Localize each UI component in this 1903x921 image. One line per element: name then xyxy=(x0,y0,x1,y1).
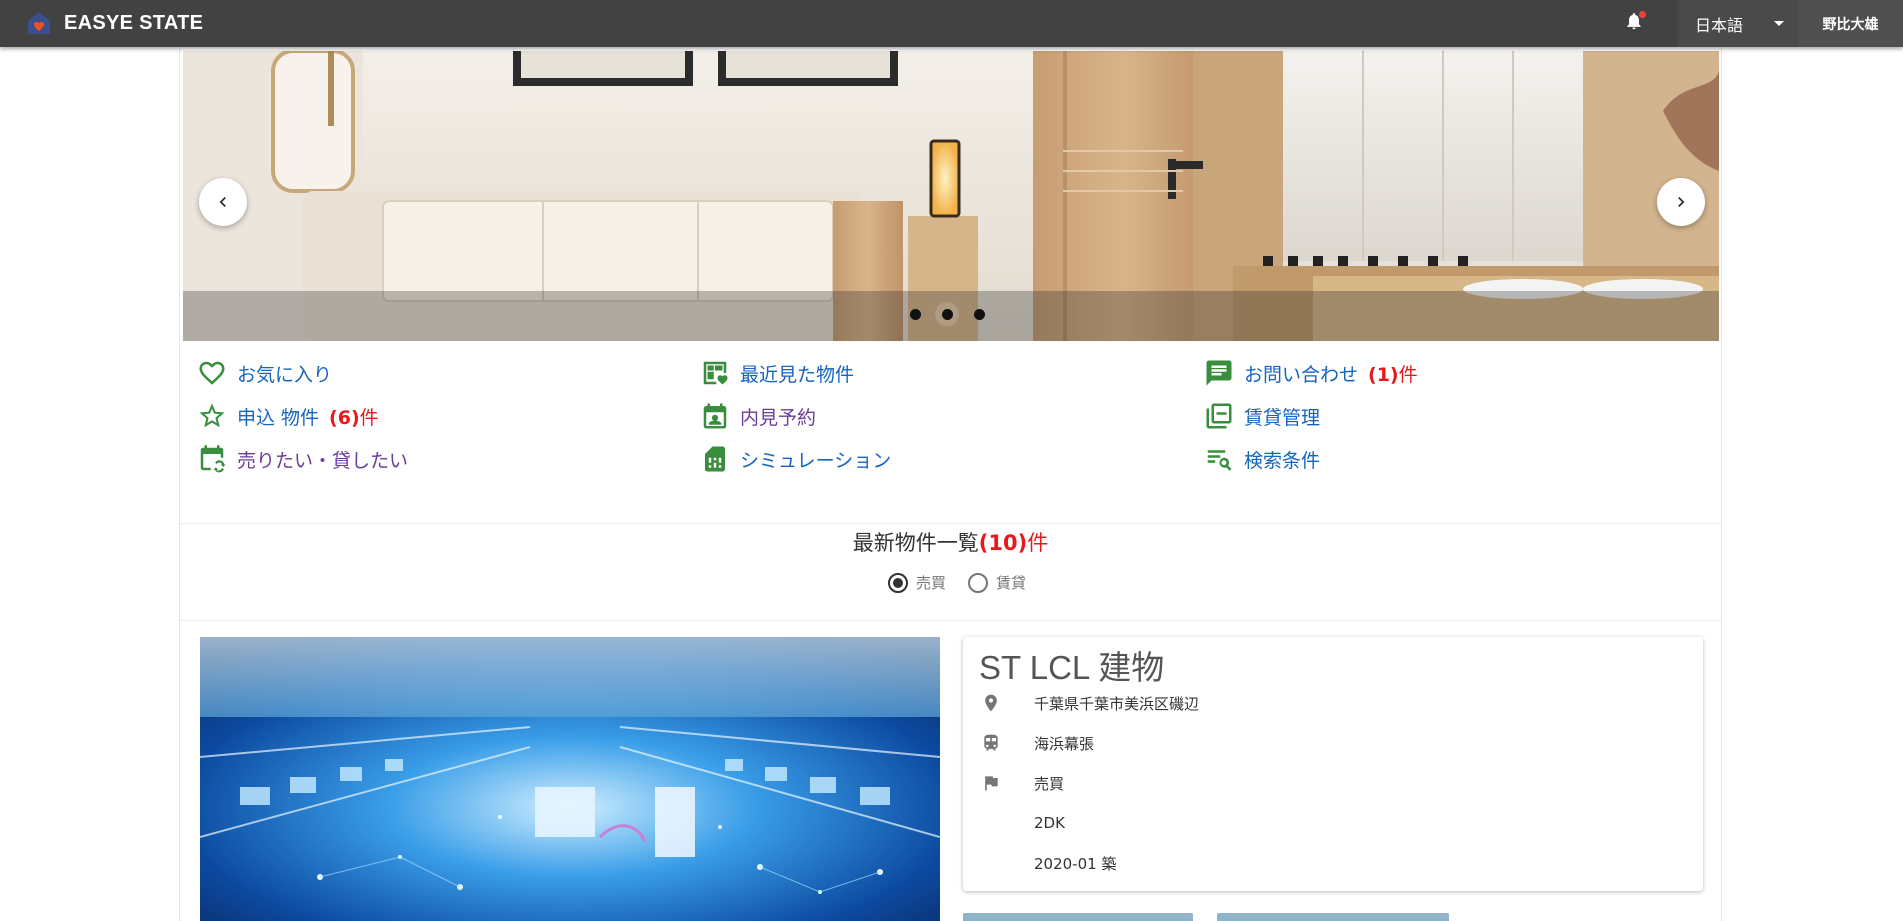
property-built-row: 2020-01 築 xyxy=(979,851,1116,875)
chevron-right-icon xyxy=(1678,197,1685,207)
dropdown-caret-icon xyxy=(1774,21,1784,26)
star-outline-icon xyxy=(199,403,225,428)
brand[interactable]: EASYE STATE xyxy=(26,10,203,36)
menu-inquiry-count: (1) xyxy=(1368,363,1399,386)
menu-viewing-label: 内見予約 xyxy=(740,406,817,429)
property-layout: 2DK xyxy=(1034,814,1065,832)
menu-sell-label: 売りたい・貸したい xyxy=(237,449,409,472)
menu-inquiry[interactable]: お問い合わせ (1)件 xyxy=(1204,358,1418,388)
calendar-sync-icon xyxy=(200,445,226,473)
top-app-bar: EASYE STATE 日本語 野比大雄 xyxy=(0,0,1903,47)
property-card[interactable]: ST LCL 建物 千葉県千葉市美浜区磯辺 海浜幕張 売買 2DK 2020-0… xyxy=(963,637,1703,891)
notification-dot xyxy=(1639,11,1646,18)
carousel-prev-button[interactable] xyxy=(199,178,247,226)
property-thumbnail[interactable] xyxy=(1217,913,1449,921)
menu-viewing[interactable]: 内見予約 xyxy=(700,401,816,431)
property-image[interactable] xyxy=(200,637,940,921)
location-pin-icon xyxy=(985,694,997,712)
recently-viewed-icon xyxy=(703,361,728,386)
menu-recent[interactable]: 最近見た物件 xyxy=(700,358,854,388)
sim-card-icon xyxy=(705,446,725,472)
menu-favorites[interactable]: お気に入り xyxy=(197,358,332,388)
train-icon xyxy=(984,734,998,751)
menu-search-label: 検索条件 xyxy=(1244,449,1321,472)
property-station-row: 海浜幕張 xyxy=(979,731,1094,755)
property-photo xyxy=(200,637,940,921)
user-name: 野比大雄 xyxy=(1822,16,1879,33)
listing-title-text: 最新物件一覧 xyxy=(852,531,979,555)
property-type-row: 売買 xyxy=(979,771,1064,795)
menu-search[interactable]: 検索条件 xyxy=(1204,444,1320,474)
hero-carousel[interactable] xyxy=(183,51,1719,341)
menu-application-unit: 件 xyxy=(359,406,379,429)
listing-type-filter: 売買 賃貸 xyxy=(888,572,1026,593)
flag-icon xyxy=(985,776,998,791)
menu-rental-label: 賃貸管理 xyxy=(1244,406,1321,429)
language-label: 日本語 xyxy=(1695,15,1744,35)
user-menu[interactable]: 野比大雄 xyxy=(1798,0,1903,47)
property-station: 海浜幕張 xyxy=(1034,734,1095,753)
property-address: 千葉県千葉市美浜区磯辺 xyxy=(1034,694,1200,713)
menu-application-label: 申込 物件 xyxy=(237,406,320,429)
chat-icon xyxy=(1206,360,1232,386)
property-thumbnail[interactable] xyxy=(963,913,1193,921)
listing-count: (10) xyxy=(978,531,1028,555)
listing-title: 最新物件一覧(10)件 xyxy=(180,527,1721,557)
menu-simulation-label: シミュレーション xyxy=(740,449,892,472)
carousel-next-button[interactable] xyxy=(1657,178,1705,226)
house-logo-icon xyxy=(28,12,50,34)
property-layout-row: 2DK xyxy=(979,811,1065,835)
menu-sell[interactable]: 売りたい・貸したい xyxy=(197,444,408,474)
language-select[interactable]: 日本語 xyxy=(1678,0,1798,47)
calendar-contact-icon xyxy=(703,403,727,429)
heart-outline-icon xyxy=(199,361,225,385)
menu-rental[interactable]: 賃貸管理 xyxy=(1204,401,1320,431)
filter-sale-radio[interactable]: 売買 xyxy=(888,572,946,593)
menu-favorites-label: お気に入り xyxy=(237,363,333,386)
listing-count-unit: 件 xyxy=(1027,531,1049,555)
search-list-icon xyxy=(1207,450,1232,471)
filter-rent-radio[interactable]: 賃貸 xyxy=(968,572,1026,593)
menu-inquiry-unit: 件 xyxy=(1398,363,1418,386)
radio-checked-icon xyxy=(888,572,908,593)
brand-name: EASYE STATE xyxy=(64,11,204,34)
main-content: お気に入り 申込 物件 (6)件 売りたい・貸したい 最近見た物件 内見予約 シ… xyxy=(179,47,1722,921)
section-divider xyxy=(180,620,1721,621)
library-icon xyxy=(1206,403,1232,429)
menu-inquiry-label: お問い合わせ xyxy=(1244,363,1359,386)
menu-application[interactable]: 申込 物件 (6)件 xyxy=(197,401,379,431)
chevron-left-icon xyxy=(219,197,226,207)
menu-recent-label: 最近見た物件 xyxy=(740,363,855,386)
menu-simulation[interactable]: シミュレーション xyxy=(700,444,891,474)
carousel-dots xyxy=(903,302,991,326)
property-address-row: 千葉県千葉市美浜区磯辺 xyxy=(979,691,1199,715)
menu-application-count: (6) xyxy=(329,406,360,429)
filter-rent-label: 賃貸 xyxy=(996,574,1027,592)
quick-menu: お気に入り 申込 物件 (6)件 売りたい・貸したい 最近見た物件 内見予約 シ… xyxy=(197,358,1717,488)
section-divider xyxy=(180,523,1721,524)
carousel-dot[interactable] xyxy=(967,302,991,326)
property-type: 売買 xyxy=(1034,774,1065,793)
carousel-dot[interactable] xyxy=(903,302,927,326)
filter-sale-label: 売買 xyxy=(916,574,947,592)
radio-unchecked-icon xyxy=(968,572,989,593)
carousel-dot-active[interactable] xyxy=(935,302,959,326)
property-built: 2020-01 築 xyxy=(1034,854,1117,873)
notifications-button[interactable] xyxy=(1624,11,1646,35)
property-name: ST LCL 建物 xyxy=(979,649,1165,686)
